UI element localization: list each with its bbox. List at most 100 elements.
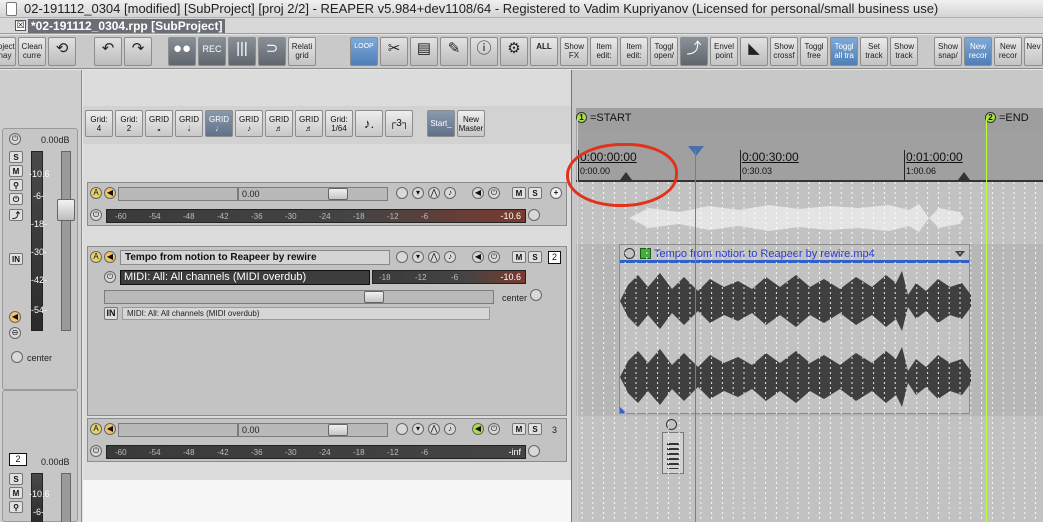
mixer-record-arm-icon[interactable]: ⊖ <box>9 327 21 339</box>
track-2[interactable]: A ◀ Tempo from notion to Reapeer by rewi… <box>87 246 567 416</box>
track2-volume-knob[interactable] <box>364 291 384 303</box>
track2-chevron-down-icon[interactable]: ▾ <box>412 251 424 263</box>
track2-volume-slider[interactable] <box>104 290 494 304</box>
info-icon[interactable]: ⓘ <box>470 37 498 66</box>
track3-mute-button[interactable]: M <box>512 423 526 435</box>
start-button[interactable]: Start_ <box>427 110 455 137</box>
new-record-button-2[interactable]: New recor <box>994 37 1022 66</box>
track3-record-arm-icon[interactable]: A <box>90 423 102 435</box>
item-edit-button-2[interactable]: Item edit: <box>620 37 648 66</box>
track3-meter-icon[interactable]: ⏻ <box>90 445 102 457</box>
pan-knob-icon[interactable] <box>11 351 23 363</box>
track2-phase-icon[interactable]: ⏻ <box>488 251 500 263</box>
snap-icon[interactable]: ⊃ <box>258 37 286 66</box>
show-snap-button[interactable]: Show snap/ <box>934 37 962 66</box>
grid-eighth-button[interactable]: GRID ♪ <box>235 110 263 137</box>
track-3[interactable]: A ◀ 0.00 ▾ ⋀ ♪ ◀ ⏻ M S 3 ⏻ -60 -54 -48 -… <box>87 418 567 462</box>
midi-item-small[interactable] <box>662 432 684 474</box>
toggle-free-button[interactable]: Toggl free <box>800 37 828 66</box>
item-edit-button-1[interactable]: Item edit: <box>590 37 618 66</box>
add-track-icon[interactable]: + <box>550 187 562 199</box>
settings-icon[interactable]: ⚙ <box>500 37 528 66</box>
show-fx-button[interactable]: Show FX <box>560 37 588 66</box>
grid-whole-button[interactable]: GRID 𝅝 <box>145 110 173 137</box>
track-1[interactable]: A ◀ 0.00 ▾ ⋀ ♪ ◀ ⏻ M S + ⏻ -60 -54 -48 -… <box>87 182 567 226</box>
item-clock-icon[interactable] <box>624 248 635 259</box>
track2-record-arm-icon[interactable]: A <box>90 251 102 263</box>
crossfade-icon[interactable]: ◣ <box>740 37 768 66</box>
empty-track-area[interactable] <box>83 480 571 522</box>
track2-input-icon[interactable]: ⏻ <box>104 271 116 283</box>
track2-fx-icon[interactable]: ♪ <box>444 251 456 263</box>
dotted-note-icon[interactable]: ♪. <box>355 110 383 137</box>
track1-chevron-down-icon[interactable]: ▾ <box>412 187 424 199</box>
tab-close-icon[interactable]: ☒ <box>15 20 26 31</box>
track3-routing-icon[interactable]: ◀ <box>472 423 484 435</box>
envelope-icon[interactable]: ⤴ <box>680 37 708 66</box>
mixer-input-button[interactable]: IN <box>9 253 23 265</box>
metronome-icon[interactable]: ●● <box>168 37 196 66</box>
track3-volume-knob[interactable] <box>328 424 348 436</box>
track2-fx-slot[interactable]: MIDI: All: All channels (MIDI overdub) <box>122 307 490 320</box>
track1-pan-icon[interactable] <box>396 187 408 199</box>
track3-volume-slider[interactable]: 0.00 <box>238 423 388 437</box>
item-fade-in-icon[interactable] <box>620 407 626 413</box>
track1-routing-icon[interactable]: ◀ <box>472 187 484 199</box>
track3-pan-icon[interactable] <box>396 423 408 435</box>
track1-meter-knob-icon[interactable] <box>528 209 540 221</box>
track1-fx-icon[interactable]: ♪ <box>444 187 456 199</box>
grid-64-button[interactable]: Grid: 1/64 <box>325 110 353 137</box>
track3-meter-knob-icon[interactable] <box>528 445 540 457</box>
track2-name-field[interactable]: Tempo from notion to Reapeer by rewire <box>120 250 390 265</box>
new-master-button[interactable]: New Master <box>457 110 485 137</box>
track2-routing-icon[interactable]: ◀ <box>472 251 484 263</box>
track2-speaker-icon[interactable]: ◀ <box>104 251 116 263</box>
relative-grid-button[interactable]: Relati grid <box>288 37 316 66</box>
track3-speaker-icon[interactable]: ◀ <box>104 423 116 435</box>
track3-name-field[interactable] <box>118 423 238 437</box>
marker-lane[interactable]: 1 =START 2 =END <box>576 108 1043 130</box>
track1-volume-slider[interactable]: 0.00 <box>238 187 388 201</box>
split-icon[interactable]: ✂ <box>380 37 408 66</box>
track1-envelope-icon[interactable]: ⋀ <box>428 187 440 199</box>
track3-chevron-down-icon[interactable]: ▾ <box>412 423 424 435</box>
track1-phase-icon[interactable]: ⏻ <box>488 187 500 199</box>
track2-in-button[interactable]: IN <box>104 307 118 320</box>
track1-record-arm-icon[interactable]: A <box>90 187 102 199</box>
mixer-power-icon[interactable]: ⏻ <box>9 193 23 205</box>
new-button[interactable]: Nev <box>1024 37 1043 66</box>
mixer-speaker-icon[interactable]: ◀ <box>9 311 21 323</box>
mixer-mute-button-2[interactable]: M <box>9 487 23 499</box>
grid-32nd-button[interactable]: GRID ♬ <box>295 110 323 137</box>
track2-mute-button[interactable]: M <box>512 251 526 263</box>
mixer-fx-icon-2[interactable]: ⚲ <box>9 501 23 513</box>
mixer-solo-button[interactable]: S <box>9 151 23 163</box>
waveform-icon[interactable]: ▤ <box>410 37 438 66</box>
mixer-envelope-icon[interactable]: ⤴ <box>9 209 23 221</box>
undo-icon[interactable]: ↶ <box>94 37 122 66</box>
media-item-header[interactable]: Tempo from notion to Reapeer by rewire.m… <box>620 245 969 263</box>
toggle-all-tracks-button[interactable]: Toggl all tra <box>830 37 858 66</box>
toolbar-clean-button[interactable]: Clean curre <box>18 37 46 66</box>
track3-phase-icon[interactable]: ⏻ <box>488 423 500 435</box>
show-crossfade-button[interactable]: Show crossf <box>770 37 798 66</box>
grid-quarter-button[interactable]: GRID ♩ <box>205 110 233 137</box>
pencil-icon[interactable]: ✎ <box>440 37 468 66</box>
grid-4-button[interactable]: Grid: 4 <box>85 110 113 137</box>
grid-half-button[interactable]: GRID 𝅗𝅥 <box>175 110 203 137</box>
track1-name-field[interactable] <box>118 187 238 201</box>
track3-fx-icon[interactable]: ♪ <box>444 423 456 435</box>
grid-sixteenth-button[interactable]: GRID ♬ <box>265 110 293 137</box>
toolbar-project-button[interactable]: roject nay <box>0 37 16 66</box>
grid-2-button[interactable]: Grid: 2 <box>115 110 143 137</box>
play-cursor-icon[interactable] <box>688 146 704 156</box>
track3-lane[interactable] <box>576 416 1043 522</box>
track3-solo-button[interactable]: S <box>528 423 542 435</box>
grid-lines-icon[interactable]: ||| <box>228 37 256 66</box>
envelope-point-button[interactable]: Envel point <box>710 37 738 66</box>
triplet-icon[interactable]: ┌3┐ <box>385 110 413 137</box>
track3-envelope-icon[interactable]: ⋀ <box>428 423 440 435</box>
mixer-solo-button-2[interactable]: S <box>9 473 23 485</box>
item-menu-chevron-icon[interactable] <box>955 251 965 257</box>
track2-pan-knob-icon[interactable] <box>530 289 542 301</box>
